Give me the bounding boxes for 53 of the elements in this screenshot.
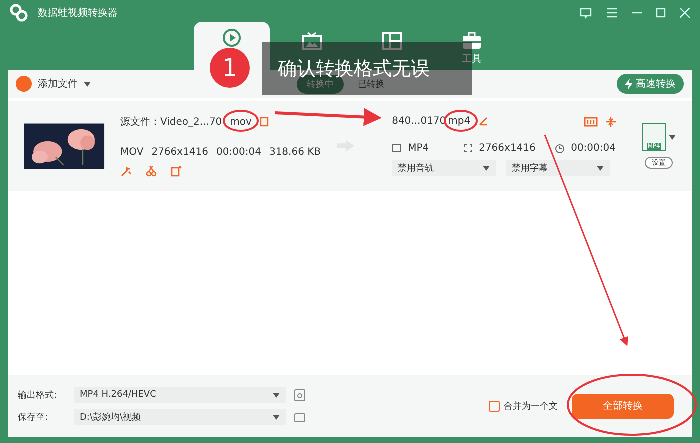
output-format: MP4 xyxy=(408,143,430,154)
edit-icon[interactable] xyxy=(170,166,182,177)
info-icon[interactable] xyxy=(260,117,269,127)
output-duration: 00:00:04 xyxy=(571,143,616,154)
caret-icon xyxy=(483,166,490,170)
file-extension: mp4 xyxy=(448,116,471,127)
save-path-dropdown[interactable]: D:\彭婉均\视频 xyxy=(74,409,286,425)
compress-icon[interactable] xyxy=(606,116,616,126)
caret-icon xyxy=(597,166,604,170)
audio-track-dropdown[interactable]: 禁用音轨 xyxy=(392,160,496,176)
minimize-icon[interactable] xyxy=(632,12,642,14)
source-file-name: 源文件：Video_2...70 xyxy=(120,116,222,129)
sparkle-icon[interactable] xyxy=(120,166,132,177)
subtitle-dropdown[interactable]: 禁用字幕 xyxy=(506,160,610,176)
checkbox[interactable] xyxy=(489,400,500,412)
file-extension: mov xyxy=(230,116,252,128)
gear-icon[interactable] xyxy=(294,388,306,402)
fast-convert-button[interactable]: 高速转换 xyxy=(617,74,684,94)
resize-icon xyxy=(464,144,474,153)
convert-icon xyxy=(222,28,242,48)
pencil-icon[interactable] xyxy=(478,117,488,126)
menu-icon[interactable] xyxy=(606,8,618,18)
field-label: 保存至: xyxy=(18,412,50,424)
tv-icon xyxy=(302,32,322,50)
folder-icon[interactable] xyxy=(294,412,306,422)
caret-icon[interactable] xyxy=(84,82,91,86)
annotation-ellipse xyxy=(444,110,478,132)
scissors-icon[interactable] xyxy=(146,166,157,177)
output-resolution: 2766x1416 xyxy=(479,143,537,154)
window-title: 数据蛙视频转换器 xyxy=(38,6,118,20)
caret-icon xyxy=(273,414,280,420)
annotation-ellipse xyxy=(223,110,259,132)
add-file-button[interactable]: 添加文件 xyxy=(16,76,78,92)
caret-icon xyxy=(273,392,280,398)
output-format-dropdown[interactable]: MP4 H.264/HEVC xyxy=(74,387,286,403)
id3-icon[interactable] xyxy=(584,116,598,126)
film-icon xyxy=(392,144,402,153)
clock-icon xyxy=(555,144,566,154)
close-icon[interactable] xyxy=(680,8,690,18)
layout-icon xyxy=(382,32,402,50)
maximize-icon[interactable] xyxy=(656,8,666,18)
lightning-icon xyxy=(625,78,633,90)
source-format: MOV xyxy=(120,147,144,158)
caret-icon[interactable] xyxy=(669,134,676,140)
main-tab[interactable]: 工具 xyxy=(434,26,510,68)
toolbox-icon xyxy=(462,32,482,50)
source-size: 318.66 KB xyxy=(269,147,322,158)
field-label: 输出格式: xyxy=(18,390,58,402)
app-logo-icon xyxy=(10,4,28,22)
merge-label: 合并为一个文 xyxy=(504,400,558,412)
feedback-icon[interactable] xyxy=(580,8,592,18)
source-resolution: 2766x1416 xyxy=(152,147,209,158)
source-duration: 00:00:04 xyxy=(216,147,262,158)
